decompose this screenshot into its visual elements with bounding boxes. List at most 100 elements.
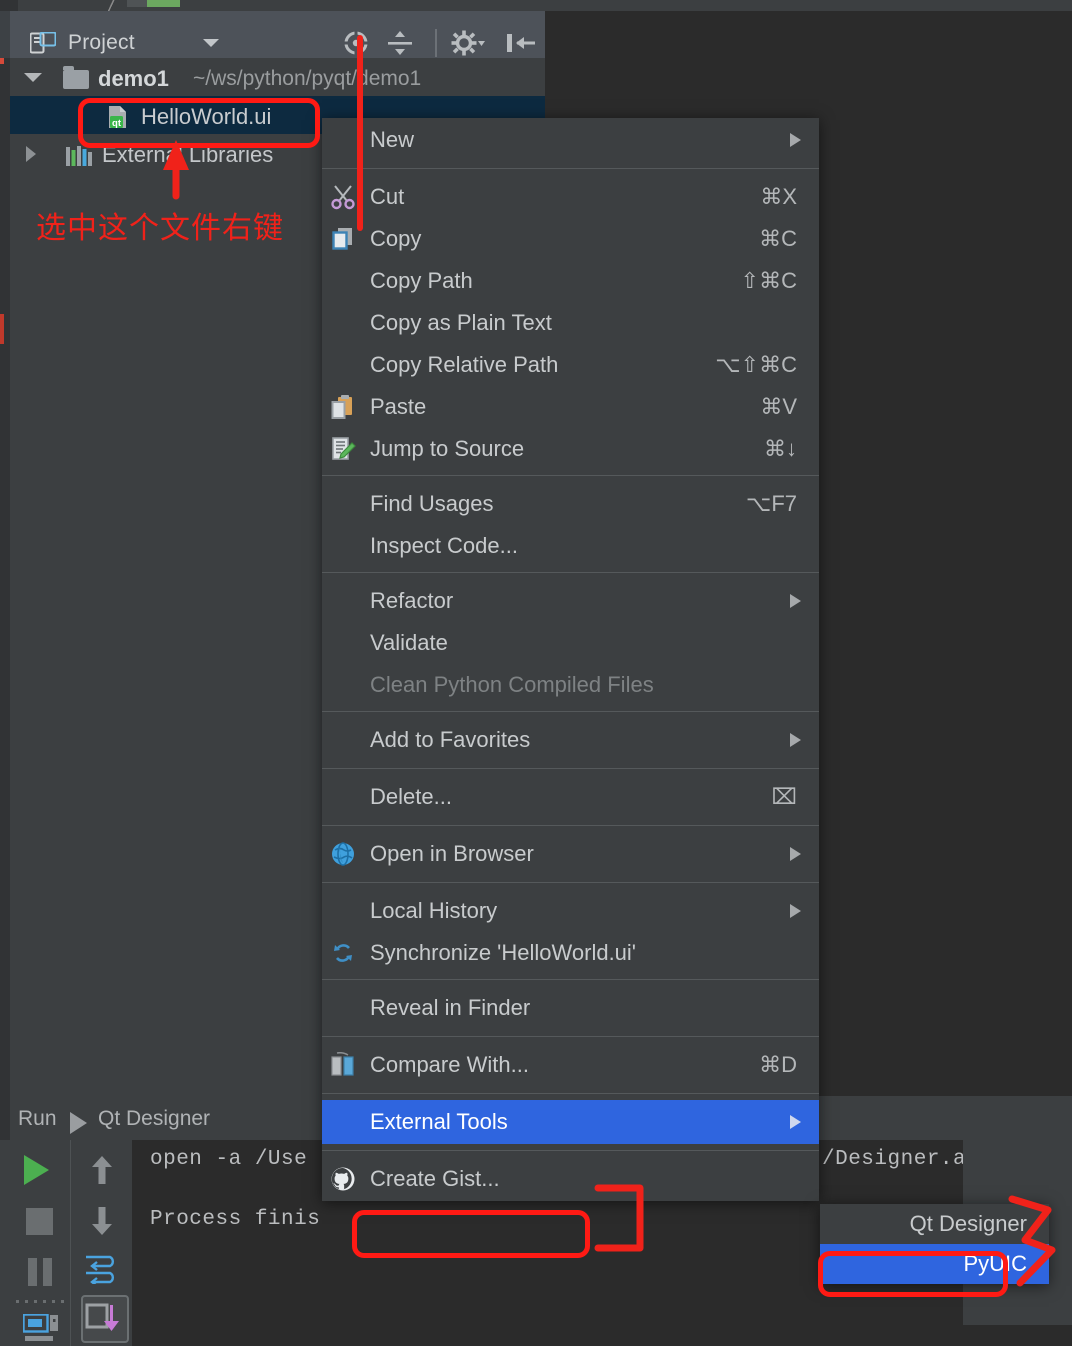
- menu-separator: [322, 711, 819, 712]
- menu-item-shortcut: ⌘↓: [764, 436, 797, 462]
- menu-separator: [322, 768, 819, 769]
- menu-item-label: Find Usages: [370, 491, 494, 517]
- down-arrow-icon[interactable]: [91, 1206, 113, 1236]
- panel-left-gutter: [0, 174, 10, 1096]
- tree-item-path: ~/ws/python/pyqt/demo1: [193, 67, 421, 91]
- menu-item-label: Clean Python Compiled Files: [370, 672, 654, 698]
- menu-item-copy-as-plain-text[interactable]: Copy as Plain Text: [322, 301, 819, 343]
- console-line: Process finis: [150, 1208, 320, 1231]
- submenu-arrow-icon: [790, 594, 801, 608]
- menu-item-shortcut: ⌘V: [760, 394, 797, 420]
- main-toolbar-sliver: [0, 0, 1072, 11]
- menu-item-label: Copy Path: [370, 268, 473, 294]
- menu-item-label: Local History: [370, 898, 497, 924]
- menu-item-label: Copy as Plain Text: [370, 310, 552, 336]
- menu-item-copy-path[interactable]: Copy Path ⇧⌘C: [322, 259, 819, 301]
- menu-separator: [322, 168, 819, 169]
- project-panel-toolbar: [340, 28, 540, 58]
- menu-item-inspect-code[interactable]: Inspect Code...: [322, 524, 819, 566]
- run-panel-left-edge: [0, 1096, 10, 1140]
- menu-item-label: External Tools: [370, 1109, 508, 1135]
- submenu-arrow-icon: [790, 1115, 801, 1129]
- chevron-down-icon[interactable]: [203, 39, 219, 47]
- menu-item-refactor[interactable]: Refactor: [322, 579, 819, 621]
- toolbar-dots-divider: [16, 1300, 64, 1303]
- synchronize-icon: [330, 940, 356, 966]
- menu-item-open-in-browser[interactable]: Open in Browser: [322, 832, 819, 876]
- tree-item-label: demo1: [98, 66, 169, 92]
- menu-item-add-to-favorites[interactable]: Add to Favorites: [322, 718, 819, 762]
- menu-item-validate[interactable]: Validate: [322, 621, 819, 663]
- locate-target-icon[interactable]: [340, 28, 372, 58]
- menu-item-create-gist[interactable]: Create Gist...: [322, 1157, 819, 1201]
- submenu-arrow-icon: [790, 904, 801, 918]
- tree-left-gutter: [0, 58, 10, 174]
- menu-item-compare-with[interactable]: Compare With... ⌘D: [322, 1043, 819, 1087]
- menu-item-paste[interactable]: Paste ⌘V: [322, 385, 819, 427]
- menu-separator: [322, 1093, 819, 1094]
- scroll-to-end-icon[interactable]: [81, 1295, 129, 1343]
- gutter-error-marker: [0, 314, 4, 344]
- ide-window: Project: [0, 0, 1072, 1346]
- menu-item-copy-relative-path[interactable]: Copy Relative Path ⌥⇧⌘C: [322, 343, 819, 385]
- expander-collapsed-icon[interactable]: [26, 146, 36, 162]
- hide-panel-icon[interactable]: [505, 28, 539, 58]
- menu-separator: [322, 979, 819, 980]
- menu-item-label: Cut: [370, 184, 404, 210]
- menu-separator: [322, 825, 819, 826]
- menu-item-copy[interactable]: Copy ⌘C: [322, 217, 819, 259]
- menu-item-shortcut: ⌘X: [760, 184, 797, 210]
- panel-left-edge: [0, 11, 10, 58]
- menu-item-shortcut: ⌥⇧⌘C: [715, 352, 797, 378]
- github-icon: [330, 1166, 356, 1192]
- expander-expanded-icon[interactable]: [24, 73, 42, 82]
- menu-item-label: Copy: [370, 226, 421, 252]
- submenu-arrow-icon: [790, 733, 801, 747]
- compare-icon: [330, 1052, 356, 1078]
- menu-separator: [322, 1150, 819, 1151]
- menu-item-shortcut: ⌧: [772, 784, 797, 810]
- menu-item-label: Delete...: [370, 784, 452, 810]
- menu-separator: [322, 882, 819, 883]
- menu-item-new[interactable]: New: [322, 118, 819, 162]
- annotation-box-external-tools: [352, 1210, 590, 1258]
- menu-item-clean-python-compiled-files: Clean Python Compiled Files: [322, 663, 819, 705]
- menu-item-reveal-in-finder[interactable]: Reveal in Finder: [322, 986, 819, 1030]
- toolbar-divider: [435, 29, 437, 57]
- menu-item-label: Create Gist...: [370, 1166, 500, 1192]
- folder-icon: [63, 70, 89, 89]
- rerun-icon[interactable]: [24, 1155, 49, 1185]
- menu-item-label: Reveal in Finder: [370, 995, 530, 1021]
- jump-to-source-icon: [330, 436, 356, 462]
- menu-item-label: Open in Browser: [370, 841, 534, 867]
- up-arrow-icon[interactable]: [91, 1155, 113, 1185]
- show-console-icon[interactable]: [23, 1314, 59, 1342]
- context-menu: New Cut ⌘X Copy ⌘C Copy Path ⇧⌘C: [322, 118, 819, 1201]
- project-panel-header: Project: [0, 11, 545, 58]
- run-triangle-icon: [70, 1112, 87, 1134]
- menu-item-synchronize[interactable]: Synchronize 'HelloWorld.ui': [322, 931, 819, 973]
- menu-item-cut[interactable]: Cut ⌘X: [322, 175, 819, 217]
- annotation-box-pyuic: [818, 1251, 1008, 1297]
- pause-icon[interactable]: [28, 1258, 52, 1286]
- soft-wrap-icon[interactable]: [83, 1252, 121, 1284]
- stop-icon[interactable]: [26, 1208, 53, 1235]
- settings-gear-icon[interactable]: [450, 28, 486, 58]
- menu-item-find-usages[interactable]: Find Usages ⌥F7: [322, 482, 819, 524]
- submenu-item-qt-designer[interactable]: Qt Designer: [820, 1204, 1049, 1244]
- collapse-all-icon[interactable]: [384, 28, 416, 58]
- menu-item-local-history[interactable]: Local History: [322, 889, 819, 931]
- menu-item-label: Add to Favorites: [370, 727, 530, 753]
- menu-item-jump-to-source[interactable]: Jump to Source ⌘↓: [322, 427, 819, 469]
- run-config-name[interactable]: Qt Designer: [98, 1107, 210, 1131]
- menu-item-label: Compare With...: [370, 1052, 529, 1078]
- tree-row-demo1[interactable]: demo1 ~/ws/python/pyqt/demo1: [10, 58, 545, 96]
- run-tab-label[interactable]: Run: [18, 1107, 57, 1131]
- menu-item-label: Jump to Source: [370, 436, 524, 462]
- menu-item-delete[interactable]: Delete... ⌧: [322, 775, 819, 819]
- scissors-icon: [330, 184, 356, 210]
- menu-item-external-tools[interactable]: External Tools: [322, 1100, 819, 1144]
- project-panel-title: Project: [68, 31, 135, 55]
- run-button-sliver-icon[interactable]: [147, 0, 180, 7]
- run-toolbar-secondary: [70, 1140, 131, 1346]
